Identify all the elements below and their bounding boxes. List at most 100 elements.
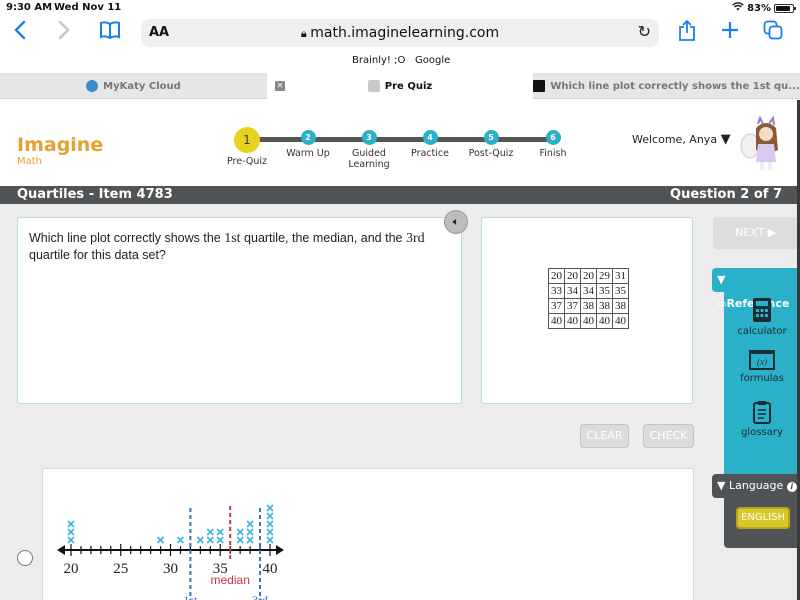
- tabs-icon: [763, 20, 783, 40]
- reload-icon: ↻: [637, 22, 651, 41]
- data-cell: 20: [564, 268, 581, 284]
- data-cell: 35: [612, 283, 629, 299]
- arrow-right-icon: [276, 545, 284, 555]
- data-point-x-mark: [246, 536, 254, 544]
- data-cell: 20: [548, 268, 565, 284]
- step-practice: 4 Practice: [395, 130, 465, 159]
- step-pre-quiz: 1 Pre-Quiz: [212, 127, 282, 167]
- data-cell: 40: [612, 313, 629, 329]
- logo-math: Math: [17, 156, 43, 167]
- data-cell: 34: [564, 283, 581, 299]
- mykaty-favicon-icon: [86, 80, 99, 92]
- app-header: Imagine Math 1 Pre-Quiz 2 Warm Up 3 Guid…: [0, 100, 800, 186]
- calculator-icon: [753, 298, 771, 322]
- data-cell: 29: [596, 268, 613, 284]
- battery-icon: [774, 3, 796, 13]
- data-point-x-mark: [266, 512, 274, 520]
- step-number: 4: [422, 130, 438, 145]
- close-tab-icon[interactable]: ✕: [275, 81, 285, 91]
- data-table-row: 40 40 40 40 40: [548, 313, 629, 329]
- language-english-button[interactable]: ENGLISH: [736, 507, 790, 529]
- step-number: 5: [483, 130, 499, 145]
- quartile-label: 3rd: [252, 593, 268, 600]
- data-point-x-mark: [246, 520, 254, 528]
- glossary-label: glossary: [741, 427, 783, 438]
- tab-brainly-question[interactable]: Which line plot correctly shows the 1st …: [533, 73, 800, 99]
- question-panel: Which line plot correctly shows the 1st …: [17, 217, 462, 404]
- plus-icon: [722, 22, 738, 38]
- reload-button[interactable]: ↻: [638, 22, 651, 41]
- data-cell: 20: [580, 268, 597, 284]
- data-point-x-mark: [236, 528, 244, 536]
- data-cell: 40: [580, 313, 597, 329]
- caret-down-icon: ▼: [720, 132, 731, 147]
- glossary-tool[interactable]: glossary: [724, 400, 800, 438]
- step-number: 2: [300, 130, 316, 145]
- share-icon: [679, 19, 695, 41]
- formulas-tool[interactable]: (x) formulas: [724, 350, 800, 384]
- battery-percent: 83%: [747, 2, 771, 14]
- caret-down-icon: ▼: [717, 479, 729, 492]
- data-cell: 38: [612, 298, 629, 314]
- book-icon: [100, 21, 120, 40]
- favorites-bar: Brainly! ;O Google: [0, 52, 800, 70]
- question-text: Which line plot correctly shows the 1st …: [29, 230, 449, 264]
- new-tab-button[interactable]: [720, 20, 740, 47]
- lock-icon: 🔒︎: [300, 27, 311, 40]
- data-point-x-mark: [67, 520, 75, 528]
- step-warm-up: 2 Warm Up: [273, 130, 343, 159]
- step-label: Warm Up: [286, 148, 330, 159]
- info-icon[interactable]: i: [786, 482, 797, 492]
- read-aloud-button[interactable]: 🔈︎: [444, 210, 468, 234]
- caret-down-icon: ▼: [717, 273, 726, 286]
- step-number: 6: [545, 130, 561, 145]
- step-finish: 6 Finish: [518, 130, 588, 159]
- reference-toggle[interactable]: ▼ ▭Reference: [712, 268, 800, 310]
- language-toggle[interactable]: ▼ Language i: [712, 474, 800, 498]
- item-title: Quartiles - Item 4783: [17, 187, 173, 202]
- bookmarks-button[interactable]: [99, 20, 121, 47]
- tabs-overview-button[interactable]: [763, 20, 783, 47]
- data-cell: 34: [580, 283, 597, 299]
- step-guided-learning: 3 Guided Learning: [334, 130, 404, 170]
- quartile-label: 1st: [183, 593, 198, 600]
- share-button[interactable]: [678, 19, 696, 49]
- brainly-favicon-icon: [533, 80, 546, 92]
- answer-option-radio[interactable]: [17, 550, 33, 566]
- check-button[interactable]: CHECK: [643, 424, 694, 448]
- formulas-label: formulas: [740, 373, 784, 384]
- tab-pre-quiz[interactable]: ✕ Pre Quiz: [267, 73, 533, 99]
- status-date: Wed Nov 11: [54, 2, 122, 13]
- data-cell: 40: [548, 313, 565, 329]
- data-cell: 40: [596, 313, 613, 329]
- wifi-icon: [732, 2, 744, 14]
- forward-button[interactable]: [58, 20, 70, 47]
- question-counter: Question 2 of 7: [670, 187, 782, 202]
- step-label: Finish: [539, 148, 567, 159]
- chevron-left-icon: [14, 20, 26, 40]
- data-cell: 33: [548, 283, 565, 299]
- step-label: Pre-Quiz: [226, 156, 267, 167]
- avatar[interactable]: [736, 116, 782, 172]
- tab-title: Which line plot correctly shows the 1st …: [550, 80, 800, 92]
- glossary-icon: [753, 401, 771, 424]
- clear-button[interactable]: CLEAR: [580, 424, 629, 448]
- calculator-tool[interactable]: calculator: [724, 297, 800, 337]
- data-table: 20 20 20 29 31 33 34 34 35 35 37 37 38 38 38 40 40 40 40 40: [548, 268, 629, 329]
- logo-imagine: Imagine: [17, 134, 104, 156]
- line-plot-chart: 20 25 30 35 401stmedian3rd: [57, 504, 284, 600]
- next-button[interactable]: NEXT ▶: [713, 217, 800, 249]
- speaker-icon: 🔈︎: [452, 215, 460, 228]
- tab-mykaty-cloud[interactable]: MyKaty Cloud: [0, 73, 267, 99]
- user-menu[interactable]: Welcome, Anya ▼: [632, 132, 731, 147]
- url-text: math.imaginelearning.com: [310, 25, 500, 41]
- data-cell: 38: [580, 298, 597, 314]
- back-button[interactable]: [14, 20, 26, 47]
- data-point-x-mark: [236, 536, 244, 544]
- question-part: quartile, the median, and the: [240, 231, 406, 245]
- tick-label: 40: [263, 561, 278, 577]
- data-cell: 31: [612, 268, 629, 284]
- bookmark-brainly[interactable]: Brainly! ;O: [352, 55, 405, 66]
- address-bar[interactable]: AA 🔒︎ math.imaginelearning.com ↻: [141, 19, 659, 47]
- bookmark-google[interactable]: Google: [415, 55, 450, 66]
